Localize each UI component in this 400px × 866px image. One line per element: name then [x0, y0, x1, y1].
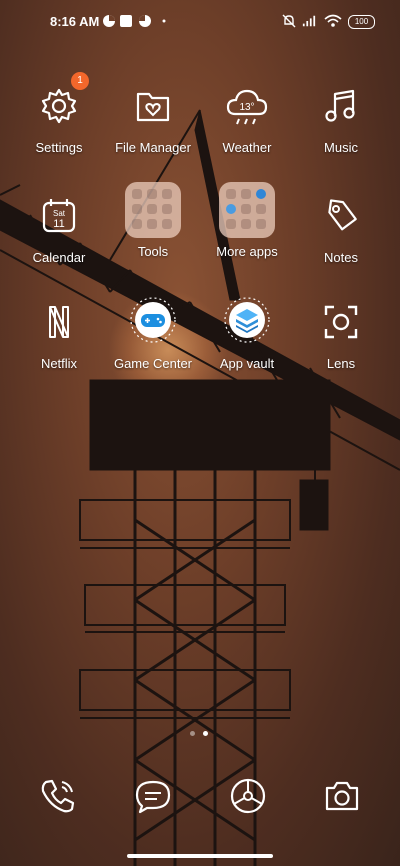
status-bar: 8:16 AM 100 [0, 0, 400, 44]
wifi-icon [324, 14, 342, 27]
lens-scan-icon [311, 292, 371, 352]
settings-icon: 1 [29, 72, 89, 136]
folder-label: Tools [137, 244, 169, 259]
app-label: Music [324, 140, 358, 155]
page-dot[interactable] [190, 731, 195, 736]
app-label: Notes [324, 250, 358, 265]
folder-icon [123, 180, 183, 240]
notification-app2-icon [139, 15, 151, 27]
app-weather[interactable]: 13° Weather [200, 76, 294, 155]
app-label: Weather [222, 140, 272, 155]
app-label: Netflix [40, 356, 78, 371]
app-settings[interactable]: 1 Settings [12, 72, 106, 155]
status-time: 8:16 AM [50, 14, 100, 29]
app-label: App vault [219, 356, 275, 371]
mute-icon [282, 14, 296, 28]
folder-preview [219, 182, 275, 238]
camera-icon[interactable] [322, 776, 362, 816]
tag-icon [311, 186, 371, 246]
browser-icon[interactable] [228, 776, 268, 816]
page-dot-active[interactable] [203, 731, 208, 736]
app-file-manager[interactable]: File Manager [106, 76, 200, 155]
app-label: Settings [35, 140, 83, 155]
folder-label: More apps [216, 244, 278, 259]
app-music[interactable]: Music [294, 76, 388, 155]
calendar-day: Sat [53, 209, 66, 218]
app-label: Game Center [113, 356, 193, 371]
app-notes[interactable]: Notes [294, 186, 388, 265]
app-label: File Manager [115, 140, 191, 155]
battery-indicator: 100 [348, 15, 375, 29]
folder-preview [125, 182, 181, 238]
app-game-center[interactable]: Game Center [106, 292, 200, 371]
app-netflix[interactable]: Netflix [12, 292, 106, 371]
layers-icon [217, 292, 277, 352]
music-note-icon [311, 76, 371, 136]
app-label: Calendar [32, 250, 86, 265]
folder-more-apps[interactable]: More apps [200, 180, 294, 259]
app-app-vault[interactable]: App vault [200, 292, 294, 371]
calendar-icon: Sat 11 [29, 186, 89, 246]
calendar-date: 11 [53, 218, 64, 230]
home-indicator[interactable] [127, 854, 273, 858]
more-notifications-dot-icon [162, 19, 166, 23]
page-indicator[interactable] [190, 731, 210, 737]
netflix-icon [29, 292, 89, 352]
phone-icon[interactable] [38, 776, 78, 816]
gamepad-icon [123, 292, 183, 352]
app-label: Lens [326, 356, 356, 371]
notification-square-icon [120, 15, 132, 27]
messages-icon[interactable] [133, 776, 173, 816]
notification-app-icon [103, 15, 115, 27]
folder-heart-icon [123, 76, 183, 136]
app-lens[interactable]: Lens [294, 292, 388, 371]
signal-icon [302, 15, 316, 27]
folder-icon [217, 180, 277, 240]
folder-tools[interactable]: Tools [106, 180, 200, 259]
app-calendar[interactable]: Sat 11 Calendar [12, 186, 106, 265]
weather-cloud-icon: 13° [217, 76, 277, 136]
notification-badge: 1 [71, 72, 89, 90]
weather-temp: 13° [239, 102, 254, 113]
